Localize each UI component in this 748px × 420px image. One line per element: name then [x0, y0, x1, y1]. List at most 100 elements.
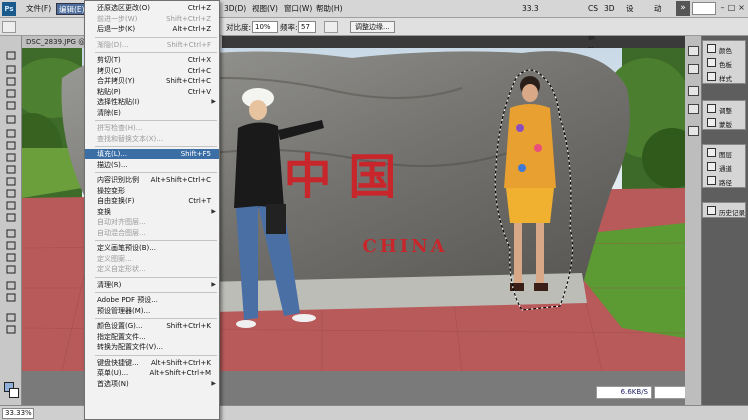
edit-menu-item[interactable]: 菜单(U)... Alt+Shift+Ctrl+M [85, 368, 219, 378]
menu-item-label: 转换为配置文件(V)... [97, 343, 163, 351]
edit-menu-item[interactable]: 变换 ▶ [85, 207, 219, 217]
crop-tool-icon[interactable] [4, 100, 18, 111]
more-icon[interactable]: » [676, 1, 690, 16]
close-icon[interactable]: × [737, 2, 746, 14]
swatches-icon [707, 58, 716, 67]
menu-file[interactable]: 文件(F) [24, 3, 53, 15]
submenu-arrow-icon: ▶ [211, 280, 216, 288]
edit-menu-item[interactable]: 内容识别比例 Alt+Shift+Ctrl+C [85, 175, 219, 185]
dock-item-layers[interactable]: 图层 [705, 146, 745, 160]
edit-menu-item[interactable]: 操控变形 [85, 186, 219, 196]
zoom-readout[interactable]: 33.3 [520, 3, 541, 15]
edit-menu-item[interactable]: 还原选区更改(O) Ctrl+Z [85, 3, 219, 13]
dock-item-styles[interactable]: 样式 [705, 70, 745, 84]
quick-select-tool-icon[interactable] [4, 88, 18, 99]
menu-window[interactable]: 窗口(W) [282, 3, 314, 15]
healing-tool-icon[interactable] [4, 128, 18, 139]
menu-3d[interactable]: 3D(D) [222, 3, 248, 15]
dock-item-color[interactable]: 颜色 [705, 42, 745, 56]
menu-view[interactable]: 视图(V) [250, 3, 280, 15]
frequency-field[interactable]: 57 [298, 21, 316, 33]
minimize-icon[interactable]: – [718, 2, 727, 14]
edit-menu-item[interactable]: 颜色设置(G)... Shift+Ctrl+K [85, 321, 219, 331]
zoom-level-field[interactable]: 33.33% [2, 408, 34, 419]
menu-item-label: 颜色设置(G)... [97, 322, 143, 330]
zoom-tool-icon[interactable] [4, 324, 18, 335]
brush-tool-icon[interactable] [4, 140, 18, 151]
color-icon [707, 44, 716, 53]
workspace-new-features[interactable]: CS 5 新功能 [588, 2, 598, 69]
eraser-tool-icon[interactable] [4, 176, 18, 187]
marquee-tool-icon[interactable] [4, 64, 18, 75]
blur-tool-icon[interactable] [4, 200, 18, 211]
edit-menu-item[interactable]: 拷贝(C) Ctrl+C [85, 66, 219, 76]
history-panel-icon[interactable] [688, 46, 699, 56]
clone-source-panel-icon[interactable] [688, 104, 699, 114]
edit-menu-item[interactable]: 填充(L)... Shift+F5 [85, 149, 219, 159]
dock-item-adjustments[interactable]: 调整 [705, 102, 745, 116]
edit-menu-item: 前进一步(W) Shift+Ctrl+Z [85, 14, 219, 24]
edit-menu-item[interactable]: 预设管理器(M)... [85, 306, 219, 316]
contrast-field[interactable]: 10% [252, 21, 278, 33]
menu-item-label: 拷贝(C) [97, 66, 122, 75]
actions-panel-icon[interactable] [688, 64, 699, 74]
menu-separator [95, 146, 217, 147]
edit-menu-item[interactable]: 首选项(N) ▶ [85, 379, 219, 389]
dock-item-history[interactable]: 历史记录 [705, 204, 745, 218]
edit-menu-item[interactable]: 键盘快捷键... Alt+Shift+Ctrl+K [85, 358, 219, 368]
submenu-arrow-icon: ▶ [211, 379, 216, 387]
dodge-tool-icon[interactable] [4, 212, 18, 223]
3d-rotate-tool-icon[interactable] [4, 280, 18, 291]
3d-orbit-tool-icon[interactable] [4, 292, 18, 303]
menu-item-label: 渐隐(D)... [97, 40, 129, 49]
edit-menu-item[interactable]: 清理(R) ▶ [85, 280, 219, 290]
pen-tool-icon[interactable] [4, 228, 18, 239]
path-select-tool-icon[interactable] [4, 252, 18, 263]
menu-help[interactable]: 帮助(H) [314, 3, 345, 15]
workspace-design[interactable]: 设计 [626, 2, 634, 27]
adjustments-icon [707, 104, 716, 113]
clone-stamp-tool-icon[interactable] [4, 152, 18, 163]
menu-separator [95, 36, 217, 38]
dock-group-adjust: 调整 蒙版 [702, 100, 746, 130]
edit-menu-item[interactable]: 描边(S)... [85, 160, 219, 170]
workspace-3d[interactable]: 3D [604, 2, 615, 16]
edit-menu-item[interactable]: Adobe PDF 预设... [85, 295, 219, 305]
edit-menu-item[interactable]: 清除(E) [85, 108, 219, 118]
dock-item-swatches[interactable]: 色板 [705, 56, 745, 70]
edit-menu-item[interactable]: 合并拷贝(Y) Shift+Ctrl+C [85, 76, 219, 86]
history-brush-tool-icon[interactable] [4, 164, 18, 175]
shape-tool-icon[interactable] [4, 264, 18, 275]
gradient-tool-icon[interactable] [4, 188, 18, 199]
type-tool-icon[interactable] [4, 240, 18, 251]
dock-item-paths[interactable]: 路径 [705, 174, 745, 188]
move-tool-icon[interactable] [4, 50, 18, 61]
eyedropper-tool-icon[interactable] [4, 114, 18, 125]
menu-edit[interactable]: 编辑(E) [56, 3, 88, 15]
dock-item-channels[interactable]: 通道 [705, 160, 745, 174]
menu-item-label: 指定配置文件... [97, 332, 146, 341]
menu-item-label: 预设管理器(M)... [97, 306, 151, 315]
edit-menu-item: 自动混合图层... [85, 228, 219, 238]
workspace-motion[interactable]: 动感 [654, 2, 662, 27]
edit-menu-item[interactable]: 自由变换(F) Ctrl+T [85, 196, 219, 206]
brush-panel-icon[interactable] [688, 86, 699, 96]
refine-edge-button[interactable]: 调整边缘... [350, 21, 395, 33]
character-panel-icon[interactable] [688, 126, 699, 136]
search-input[interactable] [692, 2, 716, 15]
edit-menu-item[interactable]: 粘贴(P) Ctrl+V [85, 87, 219, 97]
lasso-tool-icon[interactable] [4, 76, 18, 87]
edit-menu-item[interactable]: 指定配置文件... [85, 332, 219, 342]
edit-menu-item[interactable]: 定义画笔预设(B)... [85, 243, 219, 253]
pen-pressure-icon[interactable] [324, 21, 338, 33]
background-color-swatch[interactable] [9, 388, 19, 398]
menu-separator [95, 52, 217, 53]
dock-item-masks[interactable]: 蒙版 [705, 116, 745, 130]
hand-tool-icon[interactable] [4, 312, 18, 323]
edit-menu-item[interactable]: 转换为配置文件(V)... [85, 342, 219, 352]
lasso-tool-preset-icon[interactable] [2, 21, 16, 33]
edit-menu-item[interactable]: 选择性粘贴(I) ▶ [85, 97, 219, 107]
edit-menu-item[interactable]: 后退一步(K) Alt+Ctrl+Z [85, 24, 219, 34]
edit-menu-item[interactable]: 剪切(T) Ctrl+X [85, 55, 219, 65]
maximize-icon[interactable]: □ [727, 2, 736, 14]
